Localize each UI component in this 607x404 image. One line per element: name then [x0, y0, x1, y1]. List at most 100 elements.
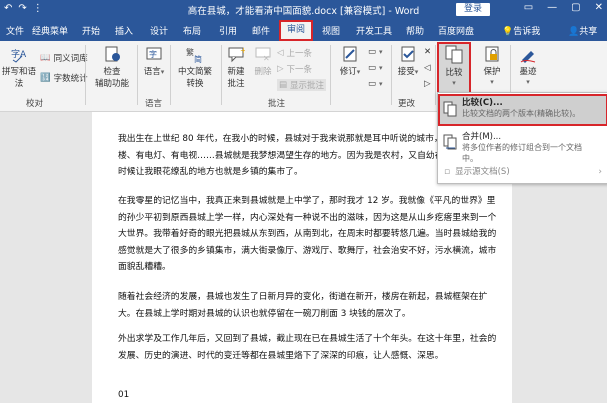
menu-item-show-source-documents[interactable]: ▫ 显示源文档(S) › [440, 165, 606, 179]
chevron-right-icon: › [598, 167, 602, 177]
previous-comment-icon: ◁ [277, 48, 284, 58]
next-comment-button[interactable]: ▷ 下一条 [277, 63, 312, 75]
tab-review[interactable]: 审阅 [278, 20, 314, 41]
tab-insert[interactable]: 插入 [115, 24, 133, 37]
reject-icon: ✕ [424, 47, 432, 57]
reviewing-pane-icon: ▭ [368, 79, 377, 89]
reject-button[interactable]: ✕ [424, 47, 431, 57]
tab-design[interactable]: 设计 [150, 24, 168, 37]
lock-icon [485, 46, 499, 62]
chevron-down-icon: ▾ [452, 79, 456, 87]
svg-text:✕: ✕ [263, 54, 270, 63]
word-count-icon: 🔢 [40, 73, 51, 83]
tell-me[interactable]: 💡告诉我 [502, 24, 540, 37]
show-markup-icon: ▭ [368, 63, 377, 73]
ribbon-display-icon[interactable]: ▭ [524, 2, 533, 13]
tab-developer[interactable]: 开发工具 [356, 24, 392, 37]
tab-view[interactable]: 视图 [322, 24, 340, 37]
chinese-conversion-icon: 繁简 [186, 47, 202, 63]
group-label-language: 语言 [145, 99, 163, 109]
accept-icon [401, 46, 415, 62]
new-comment-button[interactable]: + 新建 批注 [224, 45, 248, 89]
tab-baidu-netdisk[interactable]: 百度网盘 [438, 24, 474, 37]
ink-pen-icon [520, 51, 536, 63]
tab-classic-menu[interactable]: 经典菜单 [32, 24, 68, 37]
chevron-down-icon: ▾ [379, 64, 383, 72]
window-controls: ▭ — ▢ ✕ [524, 2, 603, 13]
accept-button[interactable]: 接受▾ [394, 45, 422, 77]
spelling-grammar-button[interactable]: 字A 拼写和语法 [2, 45, 36, 89]
separator [391, 45, 392, 105]
minimize-icon[interactable]: — [547, 2, 557, 13]
delete-comment-button[interactable]: ✕ 删除 [252, 45, 274, 77]
close-icon[interactable]: ✕ [595, 2, 603, 13]
chevron-down-icon: ▾ [160, 68, 165, 76]
reviewing-pane-dropdown[interactable]: ▭ ▾ [368, 79, 383, 89]
share-button[interactable]: 👤共享 [568, 24, 597, 37]
paragraph-2: 在我零星的记忆当中，我真正来到县城就是上中学了，那时我才 12 岁。我就像《平凡… [118, 196, 497, 272]
next-change-button[interactable]: ▷ [424, 79, 431, 89]
title-bar: ↶ ↷ ⋮ 高在县城，才能看清中国面貌.docx [兼容模式] - Word 登… [0, 0, 607, 20]
chevron-down-icon: ▾ [526, 78, 530, 86]
thesaurus-button[interactable]: 📖 同义词库 [40, 52, 88, 64]
separator [137, 45, 138, 105]
show-markup-dropdown[interactable]: ▭ ▾ [368, 63, 383, 73]
tab-home[interactable]: 开始 [82, 24, 100, 37]
markup-icon: ▭ [368, 47, 377, 57]
tab-file[interactable]: 文件 [6, 24, 24, 37]
show-source-icon: ▫ [444, 167, 451, 177]
markup-dropdown[interactable]: ▭ ▾ [368, 47, 383, 57]
protect-button[interactable]: 保护 ▾ [478, 45, 506, 87]
check-accessibility-button[interactable]: 检查 辅助功能 [90, 45, 134, 89]
language-button[interactable]: 字 语言▾ [140, 45, 168, 77]
delete-comment-icon: ✕ [255, 47, 271, 63]
group-label-changes: 更改 [398, 99, 416, 109]
chevron-down-icon: ▾ [356, 68, 361, 76]
svg-text:字: 字 [149, 49, 157, 59]
maximize-icon[interactable]: ▢ [571, 2, 580, 13]
group-label-proofing: 校对 [26, 99, 44, 109]
ink-button[interactable]: 墨迹 ▾ [514, 45, 542, 87]
previous-change-icon: ◁ [424, 63, 431, 73]
abc-check-icon: 字A [11, 48, 27, 63]
show-comments-button[interactable]: ▤ 显示批注 [277, 79, 327, 91]
lightbulb-icon: 💡 [502, 27, 514, 37]
compare-icon [445, 45, 463, 64]
menu-item-compare[interactable]: 比较(C)... 比较文档的两个版本(精确比较)。 [438, 94, 607, 126]
previous-change-button[interactable]: ◁ [424, 63, 431, 73]
track-changes-icon [343, 46, 357, 62]
next-comment-icon: ▷ [277, 64, 284, 74]
svg-text:字A: 字A [11, 48, 27, 60]
tab-references[interactable]: 引用 [219, 24, 237, 37]
paragraph-3: 随着社会经济的发展，县城也发生了日新月异的变化，街道在新开，楼房在新起，县城框架… [118, 292, 488, 319]
separator [170, 45, 171, 105]
menu-item-combine[interactable]: 合并(M)... 将多位作者的修订组合到一个文档中。 [440, 130, 606, 163]
chevron-down-icon: ▾ [379, 48, 383, 56]
separator [330, 45, 331, 105]
login-button[interactable]: 登录 [456, 3, 490, 16]
tab-mailings[interactable]: 邮件 [252, 24, 270, 37]
ribbon-tabs: 文件 经典菜单 开始 插入 设计 布局 引用 邮件 审阅 视图 开发工具 帮助 … [0, 20, 607, 41]
combine-document-icon [443, 134, 457, 158]
show-comments-icon: ▤ [279, 80, 288, 90]
new-comment-icon: + [228, 46, 245, 63]
chevron-down-icon: ▾ [379, 80, 383, 88]
compare-button[interactable]: 比较 ▾ [437, 42, 471, 94]
chinese-conversion-button[interactable]: 繁简 中文简繁 转换 [172, 45, 218, 89]
accessibility-icon [105, 46, 120, 62]
separator [85, 45, 86, 105]
track-changes-button[interactable]: 修订▾ [336, 45, 364, 77]
word-count-button[interactable]: 🔢 字数统计 [40, 72, 88, 84]
paragraph-5: 01 [118, 390, 130, 400]
thesaurus-icon: 📖 [40, 53, 51, 63]
tab-layout[interactable]: 布局 [183, 24, 201, 37]
svg-text:简: 简 [194, 54, 202, 63]
chevron-down-icon: ▾ [414, 68, 419, 76]
tab-help[interactable]: 帮助 [406, 24, 424, 37]
previous-comment-button[interactable]: ◁ 上一条 [277, 47, 312, 59]
svg-text:+: + [240, 46, 245, 55]
window-title: 高在县城，才能看清中国面貌.docx [兼容模式] - Word [187, 6, 420, 17]
chevron-down-icon: ▾ [490, 78, 494, 86]
group-label-comments: 批注 [268, 99, 286, 109]
paragraph-4: 外出求学及工作几年后，又回到了县城，截止现在已在县城生活了十个年头。在这十年里，… [118, 334, 497, 361]
